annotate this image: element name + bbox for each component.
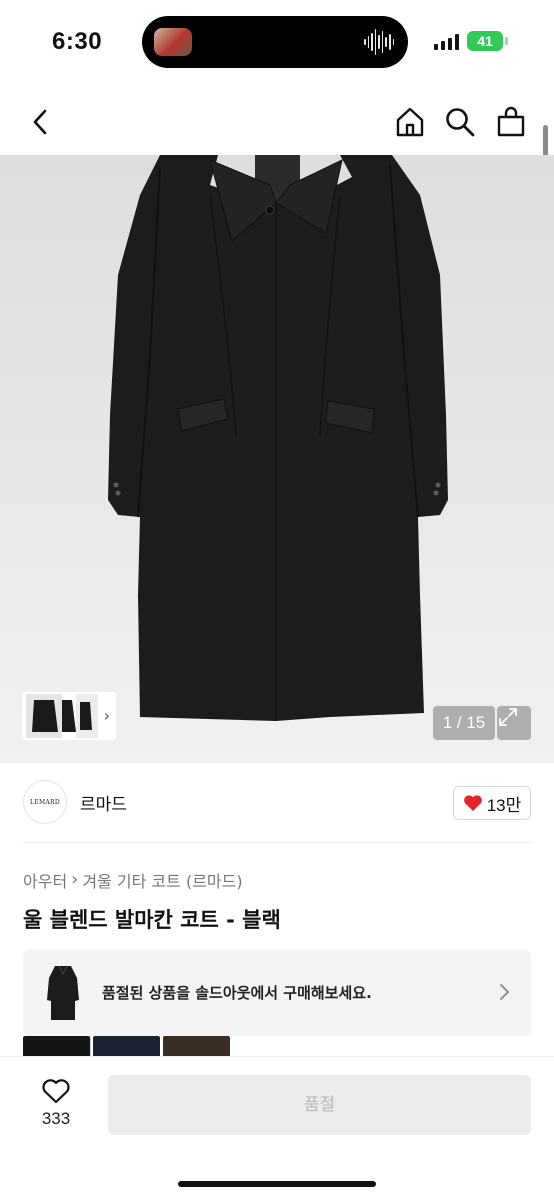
search-icon[interactable] — [440, 102, 480, 142]
gallery-thumbnails — [26, 694, 98, 738]
heart-outline-icon — [42, 1079, 70, 1104]
color-swatch-black[interactable] — [23, 1036, 91, 1056]
audio-wave-icon — [364, 28, 395, 56]
top-navigation — [0, 90, 554, 154]
color-swatch-navy[interactable] — [93, 1036, 160, 1056]
status-time: 6:30 — [52, 28, 103, 55]
heart-filled-icon — [463, 795, 482, 811]
image-counter: 1 / 15 — [433, 706, 495, 740]
chevron-right-icon: › — [103, 706, 110, 725]
soldout-banner-text: 품절된 상품을 솔드아웃에서 구매해보세요. — [102, 984, 372, 1002]
status-bar: 6:30 41 — [0, 0, 554, 84]
home-icon[interactable] — [390, 102, 430, 142]
product-title: 울 블렌드 발마칸 코트 - 블랙 — [23, 908, 281, 932]
chevron-right-icon: › — [71, 869, 79, 890]
gallery-thumbnail-strip[interactable]: › — [22, 692, 116, 740]
expand-icon[interactable] — [497, 706, 531, 740]
color-swatch-brown[interactable] — [163, 1036, 230, 1056]
back-icon[interactable] — [20, 102, 60, 142]
soldout-button[interactable]: 품절 — [108, 1075, 531, 1135]
divider — [23, 842, 531, 843]
brand-like-count: 13만 — [486, 795, 522, 815]
brand-like-button[interactable]: 13만 — [453, 786, 531, 820]
shopping-bag-icon[interactable] — [491, 102, 531, 142]
breadcrumb: 아우터 › 겨울 기타 코트 (르마드) — [23, 868, 243, 892]
brand-row[interactable]: LEMARD 르마드 13만 — [0, 778, 554, 840]
breadcrumb-subcategory[interactable]: 겨울 기타 코트 (르마드) — [82, 868, 242, 892]
soldout-banner[interactable]: 품절된 상품을 솔드아웃에서 구매해보세요. — [23, 950, 531, 1036]
brand-name[interactable]: 르마드 — [80, 790, 127, 815]
coat-image — [108, 155, 448, 721]
wishlist-count: 333 — [41, 1109, 71, 1128]
chevron-right-icon — [500, 984, 509, 1000]
breadcrumb-category[interactable]: 아우터 — [23, 868, 67, 892]
dynamic-island — [142, 16, 408, 68]
home-indicator[interactable] — [178, 1181, 376, 1187]
cellular-signal-icon — [434, 34, 459, 50]
now-playing-thumbnail — [154, 28, 192, 56]
coat-thumbnail — [47, 965, 79, 1020]
battery-cap — [505, 37, 508, 45]
bottom-action-bar: 333 품절 — [0, 1056, 554, 1200]
product-image-gallery[interactable]: › 1 / 15 — [0, 155, 554, 763]
color-options — [23, 1036, 233, 1056]
battery-icon: 41 — [467, 31, 503, 51]
brand-logo[interactable]: LEMARD — [23, 780, 67, 824]
wishlist-button[interactable]: 333 — [24, 1075, 88, 1135]
